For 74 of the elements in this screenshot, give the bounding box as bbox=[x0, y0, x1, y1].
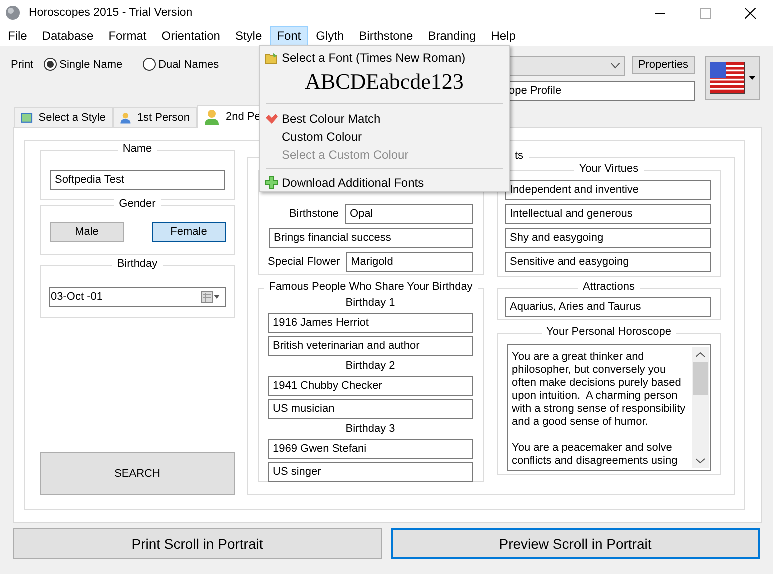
group-title: Your Virtues bbox=[574, 163, 644, 175]
radio-label: Dual Names bbox=[158, 58, 220, 70]
menu[interactable]: Branding bbox=[421, 26, 484, 46]
down-icon[interactable] bbox=[696, 458, 705, 464]
group-title: Famous People Who Share Your Birthday bbox=[264, 281, 478, 293]
date-value: 03-Oct -01 bbox=[51, 291, 103, 303]
folder-icon bbox=[265, 52, 279, 64]
text-field[interactable]: Opal bbox=[345, 204, 473, 224]
text-field[interactable]: Shy and easygoing bbox=[505, 228, 711, 248]
up-icon[interactable] bbox=[696, 352, 705, 358]
text-field[interactable]: 1941 Chubby Checker bbox=[268, 376, 473, 396]
gender-button[interactable]: Female bbox=[152, 222, 226, 242]
tab[interactable]: Select a Style bbox=[14, 107, 113, 127]
text-field[interactable]: US musician bbox=[268, 399, 473, 419]
tab[interactable]: 1st Person bbox=[113, 107, 197, 127]
menu[interactable]: Font bbox=[270, 26, 308, 46]
horoscope-text: You are a great thinker and philosopher, but conversely you often make decisions purely based upon intuition. A charming person with a strong sense of responsibility and a good sense of humor. You are a peacemaker and solve conflicts and disagreements using bbox=[512, 350, 687, 468]
flag-icon bbox=[710, 61, 745, 95]
date-picker[interactable]: 03-Oct -01 bbox=[49, 287, 226, 307]
properties-button[interactable]: Properties bbox=[632, 56, 695, 74]
font-preview: ABCDEabcde123 bbox=[304, 68, 465, 96]
group-title: ts bbox=[510, 150, 529, 162]
radio-button[interactable] bbox=[142, 58, 156, 71]
menu[interactable]: Database bbox=[35, 26, 101, 46]
field-label: Birthstone bbox=[289, 208, 339, 220]
text-field[interactable]: Aquarius, Aries and Taurus bbox=[505, 297, 711, 317]
menu[interactable]: Glyth bbox=[309, 26, 352, 46]
text-field[interactable]: Brings financial success bbox=[269, 228, 473, 248]
group-title: Gender bbox=[114, 198, 161, 210]
gender-button[interactable]: Male bbox=[50, 222, 124, 242]
menu[interactable]: Birthstone bbox=[352, 26, 420, 46]
text-field[interactable]: Intellectual and generous bbox=[505, 204, 711, 224]
menu[interactable]: File bbox=[1, 26, 34, 46]
scroll-button[interactable]: Print Scroll in Portrait bbox=[13, 528, 382, 559]
text-field[interactable]: 1916 James Herriot bbox=[268, 313, 473, 333]
text-field[interactable]: US singer bbox=[268, 462, 473, 482]
caret-icon bbox=[748, 76, 755, 80]
group-title: Birthday bbox=[112, 258, 163, 270]
group-title: Name bbox=[118, 143, 158, 155]
birthday-label: Birthday 2 bbox=[344, 359, 396, 373]
menu-item[interactable]: Download Additional Fonts bbox=[262, 174, 507, 192]
radio-label: Single Name bbox=[60, 58, 123, 70]
menu-item[interactable]: Custom Colour bbox=[262, 128, 507, 146]
text-field[interactable]: British veterinarian and author bbox=[268, 336, 473, 356]
text-field[interactable]: Marigold bbox=[346, 252, 473, 272]
birthday-label: Birthday 3 bbox=[344, 422, 396, 436]
close-icon[interactable] bbox=[745, 8, 756, 18]
birthday-label: Birthday 1 bbox=[344, 296, 396, 310]
text-field[interactable]: 1969 Gwen Stefani bbox=[268, 439, 473, 459]
menu[interactable]: Format bbox=[102, 26, 154, 46]
calendar-icon[interactable] bbox=[201, 291, 221, 303]
radio-button[interactable] bbox=[44, 58, 57, 71]
menu-item[interactable]: Select a Font (Times New Roman) bbox=[262, 49, 507, 67]
text-area[interactable] bbox=[507, 344, 711, 471]
group-title: Attractions bbox=[578, 281, 640, 293]
search-button[interactable]: SEARCH bbox=[40, 452, 235, 495]
menu[interactable]: Help bbox=[484, 26, 523, 46]
menu[interactable]: Style bbox=[228, 26, 270, 46]
plus-icon bbox=[265, 176, 279, 190]
chevron-icon bbox=[611, 63, 620, 69]
scrollbar[interactable] bbox=[692, 347, 709, 468]
name-field[interactable]: Softpedia Test bbox=[50, 170, 225, 190]
text-field[interactable]: Sensitive and easygoing bbox=[505, 252, 711, 272]
window-icon bbox=[21, 110, 33, 124]
app-icon bbox=[5, 5, 21, 21]
print-label: Print bbox=[11, 58, 34, 70]
menu[interactable]: Orientation bbox=[154, 26, 228, 46]
text-field[interactable]: Independent and inventive bbox=[505, 180, 711, 200]
flag-dropdown-button[interactable] bbox=[705, 56, 760, 100]
window-title: Horoscopes 2015 - Trial Version bbox=[29, 7, 193, 19]
scroll-button[interactable]: Preview Scroll in Portrait bbox=[391, 528, 760, 559]
field-label: Special Flower bbox=[268, 256, 340, 268]
group-title: Your Personal Horoscope bbox=[542, 326, 676, 338]
scroll-thumb[interactable] bbox=[693, 362, 708, 395]
